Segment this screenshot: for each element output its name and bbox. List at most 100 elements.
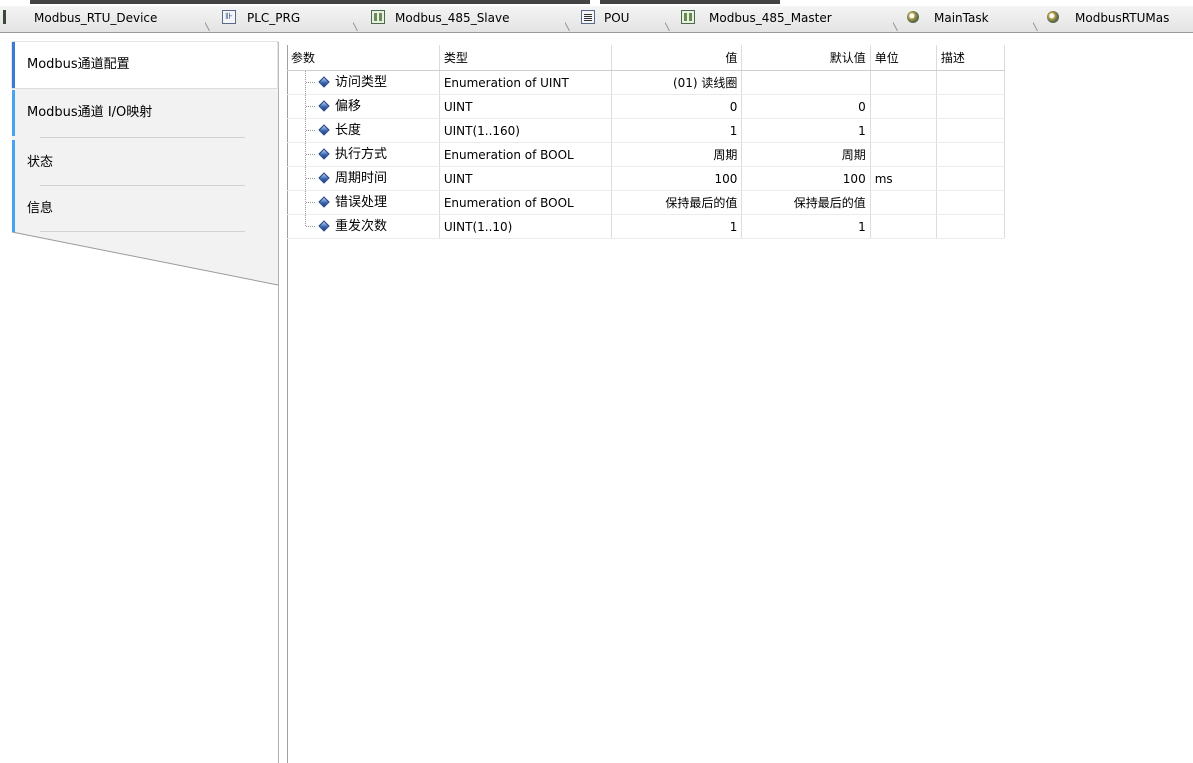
nav-divider: [40, 137, 245, 138]
type-cell: Enumeration of UINT: [439, 70, 613, 95]
param-cell: 重发次数: [287, 214, 440, 239]
tab-modbusrtumaster[interactable]: ModbusRTUMas: [1033, 6, 1193, 31]
type-cell: Enumeration of BOOL: [439, 190, 613, 215]
type-cell: UINT: [439, 166, 613, 191]
parameter-icon: [318, 124, 330, 136]
tab-modbus-485-master[interactable]: Modbus_485_Master: [665, 6, 893, 31]
nav-divider: [40, 231, 245, 232]
description-cell: [936, 142, 1006, 167]
editor-tab-bar: Modbus_RTU_Device ⊪ PLC_PRG Modbus_485_S…: [0, 6, 1193, 33]
param-name: 长度: [335, 123, 362, 138]
param-name: 偏移: [335, 99, 362, 114]
table-row[interactable]: 周期时间 UINT 100 100 ms: [287, 166, 1006, 191]
device-icon: [371, 10, 385, 24]
default-cell: 保持最后的值: [741, 190, 871, 215]
table-row[interactable]: 偏移 UINT 0 0: [287, 94, 1006, 119]
value-cell[interactable]: (01) 读线圈: [611, 70, 743, 95]
column-header-param[interactable]: 参数: [287, 45, 440, 71]
parameter-icon: [318, 76, 330, 88]
type-cell: UINT(1..160): [439, 118, 613, 143]
description-cell: [936, 190, 1006, 215]
table-row[interactable]: 访问类型 Enumeration of UINT (01) 读线圈: [287, 70, 1006, 95]
unit-cell: [870, 70, 937, 95]
tab-modbus-485-slave[interactable]: Modbus_485_Slave: [353, 6, 565, 31]
tab-label: Modbus_485_Master: [709, 11, 832, 25]
value-cell[interactable]: 0: [611, 94, 743, 119]
task-icon: [906, 10, 920, 24]
tab-label: Modbus_RTU_Device: [34, 11, 158, 25]
default-cell: 1: [741, 118, 871, 143]
column-header-description[interactable]: 描述: [936, 45, 1006, 71]
tab-label: POU: [604, 11, 630, 25]
nav-item-modbus-channel-config[interactable]: Modbus通道配置: [12, 42, 277, 88]
tab-maintask[interactable]: MainTask: [893, 6, 1033, 31]
document-icon: [581, 10, 595, 24]
param-cell: 周期时间: [287, 166, 440, 191]
tab-pou[interactable]: POU: [565, 6, 665, 31]
table-row[interactable]: 长度 UINT(1..160) 1 1: [287, 118, 1006, 143]
type-cell: UINT(1..10): [439, 214, 613, 239]
value-cell[interactable]: 100: [611, 166, 743, 191]
param-cell: 错误处理: [287, 190, 440, 215]
default-cell: 0: [741, 94, 871, 119]
task-icon: [1046, 10, 1060, 24]
default-cell: [741, 70, 871, 95]
param-name: 执行方式: [335, 147, 388, 162]
column-header-value[interactable]: 值: [611, 45, 743, 71]
tab-modbus-rtu-device[interactable]: Modbus_RTU_Device: [0, 6, 205, 31]
tab-label: PLC_PRG: [247, 11, 301, 25]
value-cell[interactable]: 1: [611, 214, 743, 239]
default-cell: 100: [741, 166, 871, 191]
tab-plc-prg[interactable]: ⊪ PLC_PRG: [205, 6, 353, 31]
description-cell: [936, 214, 1006, 239]
nav-item-info[interactable]: 信息: [12, 186, 277, 232]
param-name: 重发次数: [335, 219, 388, 234]
unit-cell: [870, 190, 937, 215]
param-cell: 长度: [287, 118, 440, 143]
parameter-grid: 参数 类型 值 默认值 单位 描述 访问类型 Enumeration of UI…: [287, 45, 1006, 239]
nav-item-status[interactable]: 状态: [12, 140, 277, 186]
unit-cell: [870, 142, 937, 167]
device-icon: [681, 10, 695, 24]
value-cell[interactable]: 保持最后的值: [611, 190, 743, 215]
param-cell: 偏移: [287, 94, 440, 119]
nav-item-label: Modbus通道 I/O映射: [27, 105, 153, 120]
parameter-icon: [318, 220, 330, 232]
type-cell: Enumeration of BOOL: [439, 142, 613, 167]
param-name: 周期时间: [335, 171, 388, 186]
parameter-icon: [318, 100, 330, 112]
description-cell: [936, 70, 1006, 95]
parameter-icon: [318, 196, 330, 208]
type-cell: UINT: [439, 94, 613, 119]
nav-item-label: 状态: [27, 155, 54, 170]
value-cell[interactable]: 1: [611, 118, 743, 143]
column-header-type[interactable]: 类型: [439, 45, 613, 71]
description-cell: [936, 118, 1006, 143]
description-cell: [936, 94, 1006, 119]
program-icon: ⊪: [222, 10, 236, 24]
table-row[interactable]: 重发次数 UINT(1..10) 1 1: [287, 214, 1006, 239]
nav-item-label: 信息: [27, 201, 54, 216]
default-cell: 1: [741, 214, 871, 239]
unit-cell: [870, 94, 937, 119]
value-cell[interactable]: 周期: [611, 142, 743, 167]
column-header-unit[interactable]: 单位: [870, 45, 937, 71]
nav-item-modbus-channel-io-mapping[interactable]: Modbus通道 I/O映射: [12, 90, 277, 136]
left-navigation-panel: Modbus通道配置 Modbus通道 I/O映射 状态 信息: [0, 32, 290, 763]
nav-item-label: Modbus通道配置: [27, 57, 130, 72]
parameter-icon: [318, 172, 330, 184]
default-cell: 周期: [741, 142, 871, 167]
unit-cell: ms: [870, 166, 937, 191]
tab-label: ModbusRTUMas: [1075, 11, 1170, 25]
table-header-row: 参数 类型 值 默认值 单位 描述: [287, 45, 1006, 71]
param-name: 错误处理: [335, 195, 388, 210]
tab-label: Modbus_485_Slave: [395, 11, 510, 25]
table-row[interactable]: 执行方式 Enumeration of BOOL 周期 周期: [287, 142, 1006, 167]
parameter-icon: [318, 148, 330, 160]
param-name: 访问类型: [335, 75, 388, 90]
table-row[interactable]: 错误处理 Enumeration of BOOL 保持最后的值 保持最后的值: [287, 190, 1006, 215]
unit-cell: [870, 118, 937, 143]
description-cell: [936, 166, 1006, 191]
column-header-default[interactable]: 默认值: [741, 45, 871, 71]
tab-edge-icon: [3, 10, 6, 24]
